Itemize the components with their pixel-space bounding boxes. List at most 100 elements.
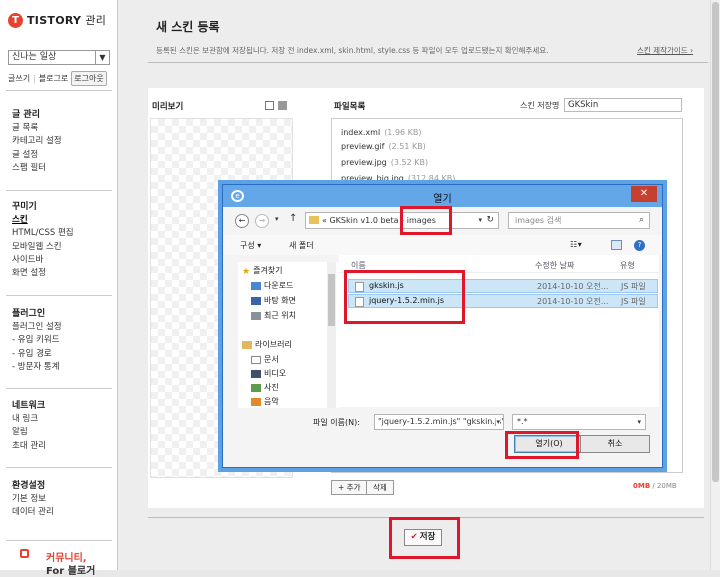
back-icon[interactable]: ← xyxy=(235,214,249,228)
delete-file-button[interactable]: 삭제 xyxy=(366,480,394,495)
file-item[interactable]: preview.gif (2.51 KB) xyxy=(341,142,426,151)
documents-icon xyxy=(251,355,261,364)
nav-item-documents[interactable]: 문서 xyxy=(251,354,279,365)
filetype-select[interactable]: *.* ▾ xyxy=(512,414,646,430)
chevron-down-icon[interactable]: ▾ xyxy=(496,415,500,429)
preview-dark-bg-toggle[interactable] xyxy=(278,101,287,110)
skin-guide-link[interactable]: 스킨 제작가이드 › xyxy=(637,45,693,56)
dialog-toolbar: 구성 ▾ 새 폴더 ☷ ▾ ? xyxy=(223,235,662,255)
sidebar-item-post-list[interactable]: 글 목록 xyxy=(12,122,62,135)
file-name: index.xml xyxy=(341,128,381,137)
nav-item-downloads[interactable]: 다운로드 xyxy=(251,280,293,291)
nav-item-favorites[interactable]: ★ 즐겨찾기 xyxy=(242,265,283,277)
organize-menu[interactable]: 구성 ▾ xyxy=(240,240,261,251)
sidebar-item-data[interactable]: 데이터 관리 xyxy=(12,506,54,519)
column-date[interactable]: 수정한 날짜 xyxy=(535,260,574,271)
up-arrow-icon[interactable]: ↑ xyxy=(289,213,297,224)
file-name: preview_big.jpg xyxy=(341,174,404,183)
recent-dropdown-icon[interactable]: ▾ xyxy=(275,215,279,223)
sidebar-section-plugins: 플러그인 플러그인 설정 - 유입 키워드 - 유입 경로 - 방문자 통계 xyxy=(12,306,62,374)
add-file-button[interactable]: + 추가 xyxy=(331,480,368,495)
sidebar-item-notifications[interactable]: 알림 xyxy=(12,426,46,439)
nav-item-desktop[interactable]: 바탕 화면 xyxy=(251,295,296,306)
address-dropdown-icon[interactable]: ▾ xyxy=(478,213,482,228)
scrollbar-thumb[interactable] xyxy=(712,2,719,482)
blog-select-value: 신나는 일상 xyxy=(12,52,57,62)
view-options-icon[interactable]: ☷ ▾ xyxy=(570,240,582,249)
dialog-titlebar[interactable]: e 열기 ✕ xyxy=(223,185,662,207)
forward-icon[interactable]: → xyxy=(255,214,269,228)
highlight-box-files xyxy=(344,270,465,324)
file-item[interactable]: preview_big.jpg (312.84 KB) xyxy=(341,174,455,183)
star-icon: ★ xyxy=(242,266,251,277)
help-icon[interactable]: ? xyxy=(634,240,645,251)
filename-value: "jquery-1.5.2.min.js" "gkskin.js" xyxy=(378,417,504,426)
sidebar-item-skin[interactable]: 스킨 xyxy=(12,214,74,227)
file-item[interactable]: index.xml (1.96 KB) xyxy=(341,128,422,137)
storage-quota: 0MB / 20MB xyxy=(633,482,677,490)
nav-label: 음악 xyxy=(264,397,279,406)
tistory-logo[interactable]: T TISTORY 관리 xyxy=(8,10,106,30)
sidebar-item-sidebar[interactable]: 사이드바 xyxy=(12,254,74,267)
preview-white-bg-toggle[interactable] xyxy=(265,101,274,110)
sidebar-item-mobile-skin[interactable]: 모바일웹 스킨 xyxy=(12,241,74,254)
section-title: 네트워크 xyxy=(12,401,46,411)
community-promo[interactable]: 커뮤니티, For 블로거 xyxy=(6,540,112,577)
search-input[interactable]: images 검색 ⌕ xyxy=(508,212,650,229)
desktop-icon xyxy=(251,296,261,305)
refresh-icon[interactable]: ↻ xyxy=(486,213,494,228)
file-size: (3.52 KB) xyxy=(390,158,429,167)
library-icon xyxy=(242,340,252,349)
sidebar-item-category[interactable]: 카테고리 설정 xyxy=(12,135,62,148)
sidebar-item-keywords[interactable]: - 유입 키워드 xyxy=(12,334,62,347)
sidebar-item-invites[interactable]: 초대 관리 xyxy=(12,440,46,453)
sidebar-item-plugin-settings[interactable]: 플러그인 설정 xyxy=(12,321,62,334)
nav-item-music[interactable]: 음악 xyxy=(251,396,279,407)
page-scrollbar[interactable] xyxy=(710,0,720,570)
sidebar-item-visitor-stats[interactable]: - 방문자 통계 xyxy=(12,361,62,374)
address-prefix: « xyxy=(322,216,327,225)
divider xyxy=(148,62,708,63)
highlight-box-save xyxy=(389,517,460,559)
divider xyxy=(6,388,112,389)
scrollbar-thumb[interactable] xyxy=(328,274,335,326)
sidebar-item-post-settings[interactable]: 글 설정 xyxy=(12,149,62,162)
filename-input[interactable]: "jquery-1.5.2.min.js" "gkskin.js" ▾ xyxy=(374,414,504,430)
skin-name-label: 스킨 저장명 xyxy=(520,101,560,110)
community-icon xyxy=(20,549,29,558)
sidebar-item-my-links[interactable]: 내 링크 xyxy=(12,413,46,426)
sidebar-item-referrers[interactable]: - 유입 경로 xyxy=(12,348,62,361)
highlight-box-open xyxy=(505,431,579,459)
photo-icon xyxy=(251,383,261,392)
cancel-button[interactable]: 취소 xyxy=(580,435,650,453)
search-icon: ⌕ xyxy=(638,215,644,225)
skin-name-input[interactable]: GKSkin xyxy=(564,98,682,112)
nav-item-recent[interactable]: 최근 위치 xyxy=(251,310,296,321)
video-icon xyxy=(251,369,261,378)
highlight-box-folder xyxy=(400,206,452,235)
chevron-down-icon: ▾ xyxy=(637,418,641,426)
file-row-type: JS 파일 xyxy=(621,297,646,306)
nav-item-libraries[interactable]: 라이브러리 xyxy=(242,339,292,350)
sidebar-item-spam-filter[interactable]: 스팸 필터 xyxy=(12,162,62,175)
nav-item-pictures[interactable]: 사진 xyxy=(251,382,279,393)
new-folder-button[interactable]: 새 폴더 xyxy=(289,240,314,251)
search-placeholder: images 검색 xyxy=(515,216,562,225)
section-title: 환경설정 xyxy=(12,481,46,491)
nav-item-videos[interactable]: 비디오 xyxy=(251,368,286,379)
write-link[interactable]: 글쓰기 xyxy=(8,73,30,84)
file-row-date: 2014-10-10 오전... xyxy=(537,282,609,291)
file-item[interactable]: preview.jpg (3.52 KB) xyxy=(341,158,428,167)
close-button[interactable]: ✕ xyxy=(631,186,657,202)
sidebar-item-basic-info[interactable]: 기본 정보 xyxy=(12,493,54,506)
nav-label: 바탕 화면 xyxy=(264,296,296,305)
download-icon xyxy=(251,281,261,290)
sidebar-item-screen[interactable]: 화면 설정 xyxy=(12,267,74,280)
preview-pane-icon[interactable] xyxy=(611,240,622,250)
nav-pane-scrollbar[interactable] xyxy=(327,262,336,408)
sidebar-item-html-css[interactable]: HTML/CSS 편집 xyxy=(12,227,74,240)
column-type[interactable]: 유형 xyxy=(620,260,635,271)
logout-button[interactable]: 로그아웃 xyxy=(71,71,107,86)
blog-select[interactable]: 신나는 일상 ▼ xyxy=(8,50,110,65)
blog-home-link[interactable]: 블로그로 xyxy=(39,73,68,84)
